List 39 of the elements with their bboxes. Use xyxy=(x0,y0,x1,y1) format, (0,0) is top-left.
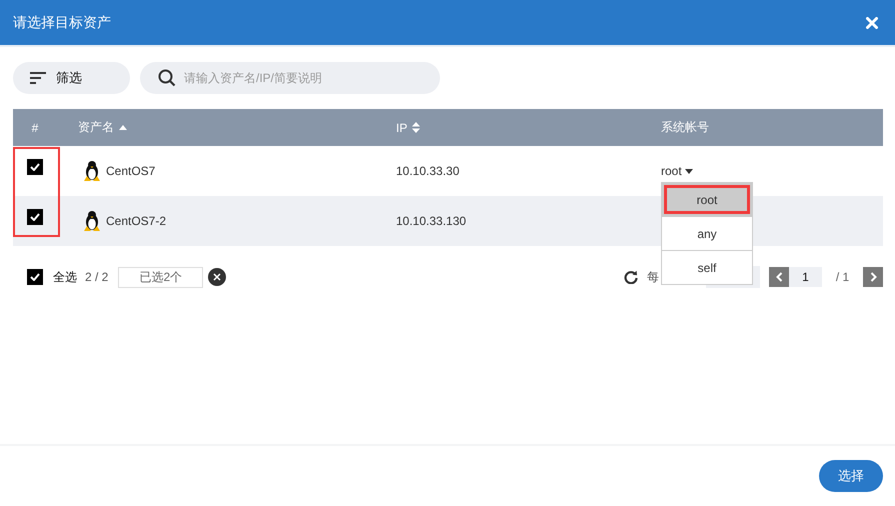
check-icon xyxy=(30,273,40,281)
select-all-checkbox[interactable] xyxy=(27,269,43,285)
page-field[interactable]: 1 xyxy=(789,267,822,287)
asset-name: CentOS7-2 xyxy=(106,214,166,228)
search-field[interactable]: 请输入资产名/IP/简要说明 xyxy=(140,62,440,94)
checkbox[interactable] xyxy=(27,159,43,175)
checkbox[interactable] xyxy=(27,209,43,225)
page-size-label: 每 xyxy=(647,268,659,286)
total-pages: / 1 xyxy=(834,270,850,284)
filter-button[interactable]: 筛选 xyxy=(13,62,130,94)
filter-icon xyxy=(30,72,46,84)
asset-name: CentOS7 xyxy=(106,164,156,178)
search-icon xyxy=(158,69,176,87)
dialog-title: 请选择目标资产 xyxy=(13,14,111,32)
ip-address: 10.10.33.130 xyxy=(396,214,466,228)
next-page-button[interactable] xyxy=(863,267,883,287)
refresh-icon[interactable] xyxy=(624,270,638,284)
check-icon xyxy=(30,163,40,171)
dropdown-option[interactable]: any xyxy=(662,216,752,250)
penguin-icon xyxy=(83,210,101,232)
chevron-left-icon xyxy=(776,272,782,282)
select-all-label[interactable]: 全选 xyxy=(53,268,77,286)
check-icon xyxy=(30,213,40,221)
chevron-right-icon xyxy=(870,272,876,282)
search-input[interactable]: 请输入资产名/IP/简要说明 xyxy=(182,70,436,86)
dropdown-option[interactable]: self xyxy=(662,250,752,284)
select-button[interactable]: 选择 xyxy=(819,460,883,492)
clear-icon[interactable] xyxy=(208,268,226,286)
selected-field: 已选2个 xyxy=(118,266,204,288)
column-header: 系统帐号 xyxy=(661,119,709,136)
ip-address: 10.10.33.30 xyxy=(396,164,460,178)
penguin-icon xyxy=(83,160,101,182)
account-select[interactable]: root xyxy=(661,164,693,178)
close-icon[interactable] xyxy=(866,16,878,28)
column-header: # xyxy=(32,120,38,134)
caret-icon xyxy=(684,168,693,174)
previous-page-button[interactable] xyxy=(769,267,789,287)
dropdown-option[interactable]: root xyxy=(662,183,752,216)
selection-count: 2 / 2 xyxy=(85,270,108,284)
